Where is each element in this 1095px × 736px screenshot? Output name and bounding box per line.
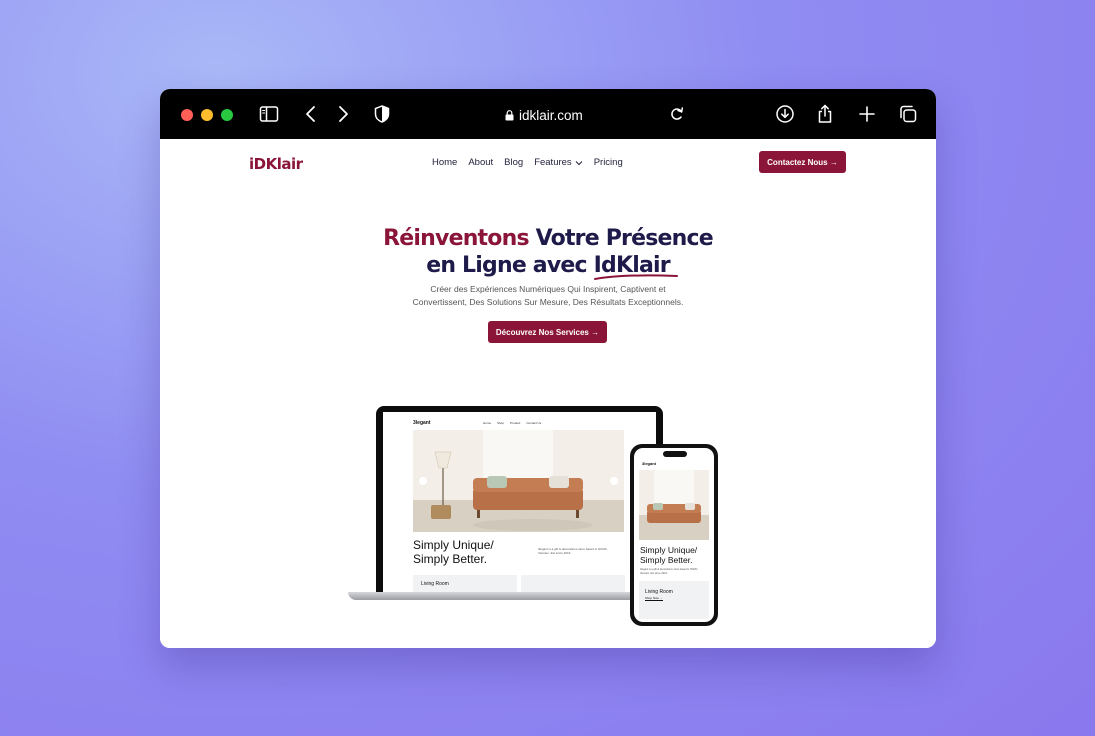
chevron-down-icon <box>575 160 583 165</box>
laptop-screen: 3legant Home Shop Product Contact Us Sim… <box>383 412 656 592</box>
mockup-nav-item: Product <box>510 421 521 425</box>
phone-mockup-blurb: 3legant is a gift & decorations store ba… <box>640 568 699 575</box>
lock-icon <box>505 109 514 120</box>
nav-blog[interactable]: Blog <box>504 157 523 168</box>
laptop-notch <box>503 406 533 412</box>
hero-title-rest: Votre Présence <box>528 226 714 251</box>
site-logo[interactable]: iDKlair <box>249 155 303 173</box>
laptop-mockup: 3legant Home Shop Product Contact Us Sim… <box>348 406 663 613</box>
discover-services-button[interactable]: Découvrez Nos Services → <box>488 321 607 343</box>
nav-about[interactable]: About <box>468 157 493 168</box>
contact-button[interactable]: Contactez Nous → <box>759 151 846 173</box>
mockup-sofa-image <box>413 430 624 532</box>
zoom-window-button[interactable] <box>221 109 233 121</box>
phone-mockup: 3legant Simply Unique/ Simply Better. 3l… <box>630 444 718 626</box>
phone-headline-line1: Simply Unique/ <box>640 545 698 555</box>
back-arrow-icon[interactable] <box>301 104 321 124</box>
phone-card-link: Shop Now → <box>645 596 663 601</box>
hero-subtitle-line1: Créer des Expériences Numériques Qui Ins… <box>430 284 666 294</box>
dynamic-island <box>663 451 687 457</box>
nav-features[interactable]: Features <box>534 157 583 168</box>
browser-toolbar: idklair.com <box>160 89 936 139</box>
phone-headline-line2: Simply Better. <box>640 555 693 565</box>
laptop-base <box>348 592 663 600</box>
mockup-category-card: Living Room <box>413 575 517 592</box>
minimize-window-button[interactable] <box>201 109 213 121</box>
forward-arrow-icon[interactable] <box>333 104 353 124</box>
sidebar-toggle-icon[interactable] <box>259 104 279 124</box>
nav-features-label: Features <box>534 157 572 168</box>
address-bar[interactable]: idklair.com <box>505 105 595 125</box>
close-window-button[interactable] <box>181 109 193 121</box>
mockup-headline-line2: Simply Better. <box>413 552 488 566</box>
reload-icon[interactable] <box>667 104 687 124</box>
nav-pricing[interactable]: Pricing <box>594 157 623 168</box>
mockup-logo: 3legant <box>413 420 431 426</box>
url-text: idklair.com <box>519 107 583 123</box>
hero-title: Réinventons Votre Présence en Ligne avec… <box>160 225 936 279</box>
web-page: iDKlair Home About Blog Features Pricing… <box>160 139 936 648</box>
share-icon[interactable] <box>815 104 835 124</box>
mockup-nav-item: Home <box>483 421 492 425</box>
tab-overview-icon[interactable] <box>898 104 918 124</box>
new-tab-plus-icon[interactable] <box>857 104 877 124</box>
mockup-headline-line1: Simply Unique/ <box>413 538 494 552</box>
phone-mockup-logo: 3legant <box>642 461 657 466</box>
nav-home[interactable]: Home <box>432 157 457 168</box>
hero-subtitle-line2: Convertissent, Des Solutions Sur Mesure,… <box>412 297 684 307</box>
hero-subtitle: Créer des Expériences Numériques Qui Ins… <box>160 283 936 309</box>
browser-window: idklair.com iDKlair Home About Blog Feat… <box>160 89 936 648</box>
phone-card-label: Living Room <box>645 589 673 595</box>
mockup-category-card <box>521 575 625 592</box>
mockup-headline: Simply Unique/ Simply Better. <box>413 538 494 566</box>
download-icon[interactable] <box>775 104 795 124</box>
phone-mockup-headline: Simply Unique/ Simply Better. <box>640 545 697 565</box>
main-nav: Home About Blog Features Pricing <box>432 157 623 168</box>
phone-sofa-image <box>639 470 709 540</box>
mockup-blurb: 3legant is a gift & decorations store ba… <box>538 547 608 555</box>
mockup-nav-item: Shop <box>497 421 505 425</box>
phone-screen: 3legant Simply Unique/ Simply Better. 3l… <box>634 448 714 622</box>
hero-title-accent: Réinventons <box>383 226 529 251</box>
phone-category-card: Living Room Shop Now → <box>639 581 709 619</box>
mockup-card-label: Living Room <box>421 581 449 587</box>
mockup-nav-item: Contact Us <box>526 421 542 425</box>
privacy-shield-icon[interactable] <box>372 104 392 124</box>
mockup-nav: Home Shop Product Contact Us <box>483 421 541 425</box>
brand-underline-swash <box>594 274 678 280</box>
